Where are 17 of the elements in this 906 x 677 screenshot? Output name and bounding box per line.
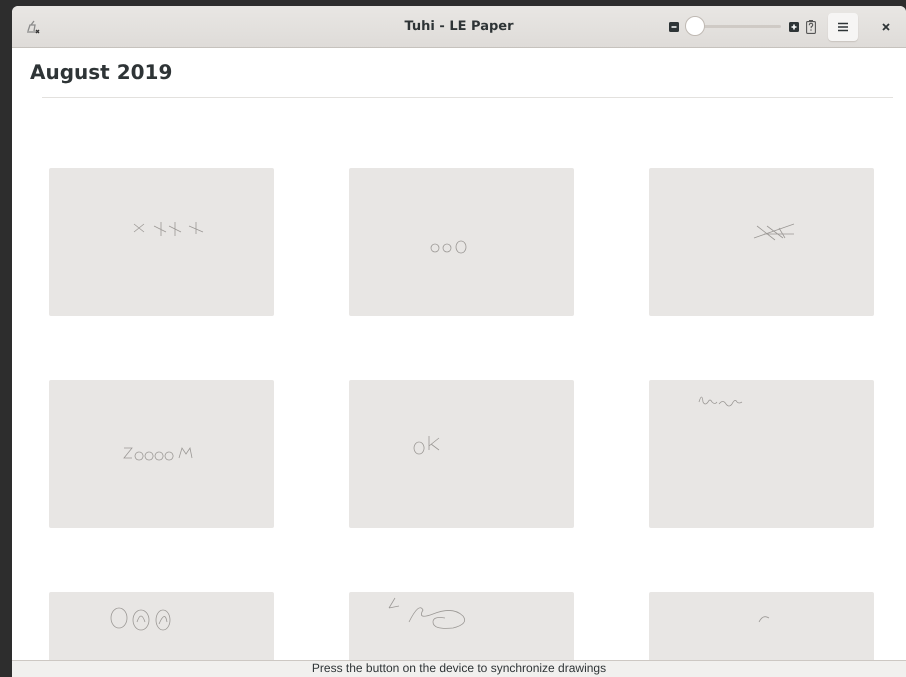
zoom-out-icon[interactable] xyxy=(669,22,679,32)
drawing-thumbnail[interactable] xyxy=(349,380,574,528)
drawing-thumbnail[interactable] xyxy=(49,380,274,528)
menu-button[interactable] xyxy=(828,12,858,40)
drawing-thumbnail[interactable] xyxy=(49,168,274,316)
zoom-slider-thumb[interactable] xyxy=(685,16,705,36)
menu-icon xyxy=(837,22,849,32)
drawing-thumbnail[interactable] xyxy=(649,168,874,316)
drawing-thumbnail[interactable] xyxy=(349,168,574,316)
section-heading: August 2019 xyxy=(30,59,172,86)
window-title: Tuhi - LE Paper xyxy=(404,19,514,34)
battery-unknown-icon xyxy=(806,20,816,34)
zoom-in-icon[interactable] xyxy=(789,22,799,32)
app-icon xyxy=(26,20,40,34)
status-message: Press the button on the device to synchronize drawings xyxy=(312,661,606,676)
close-icon xyxy=(881,22,891,32)
drawing-thumbnail[interactable] xyxy=(649,380,874,528)
